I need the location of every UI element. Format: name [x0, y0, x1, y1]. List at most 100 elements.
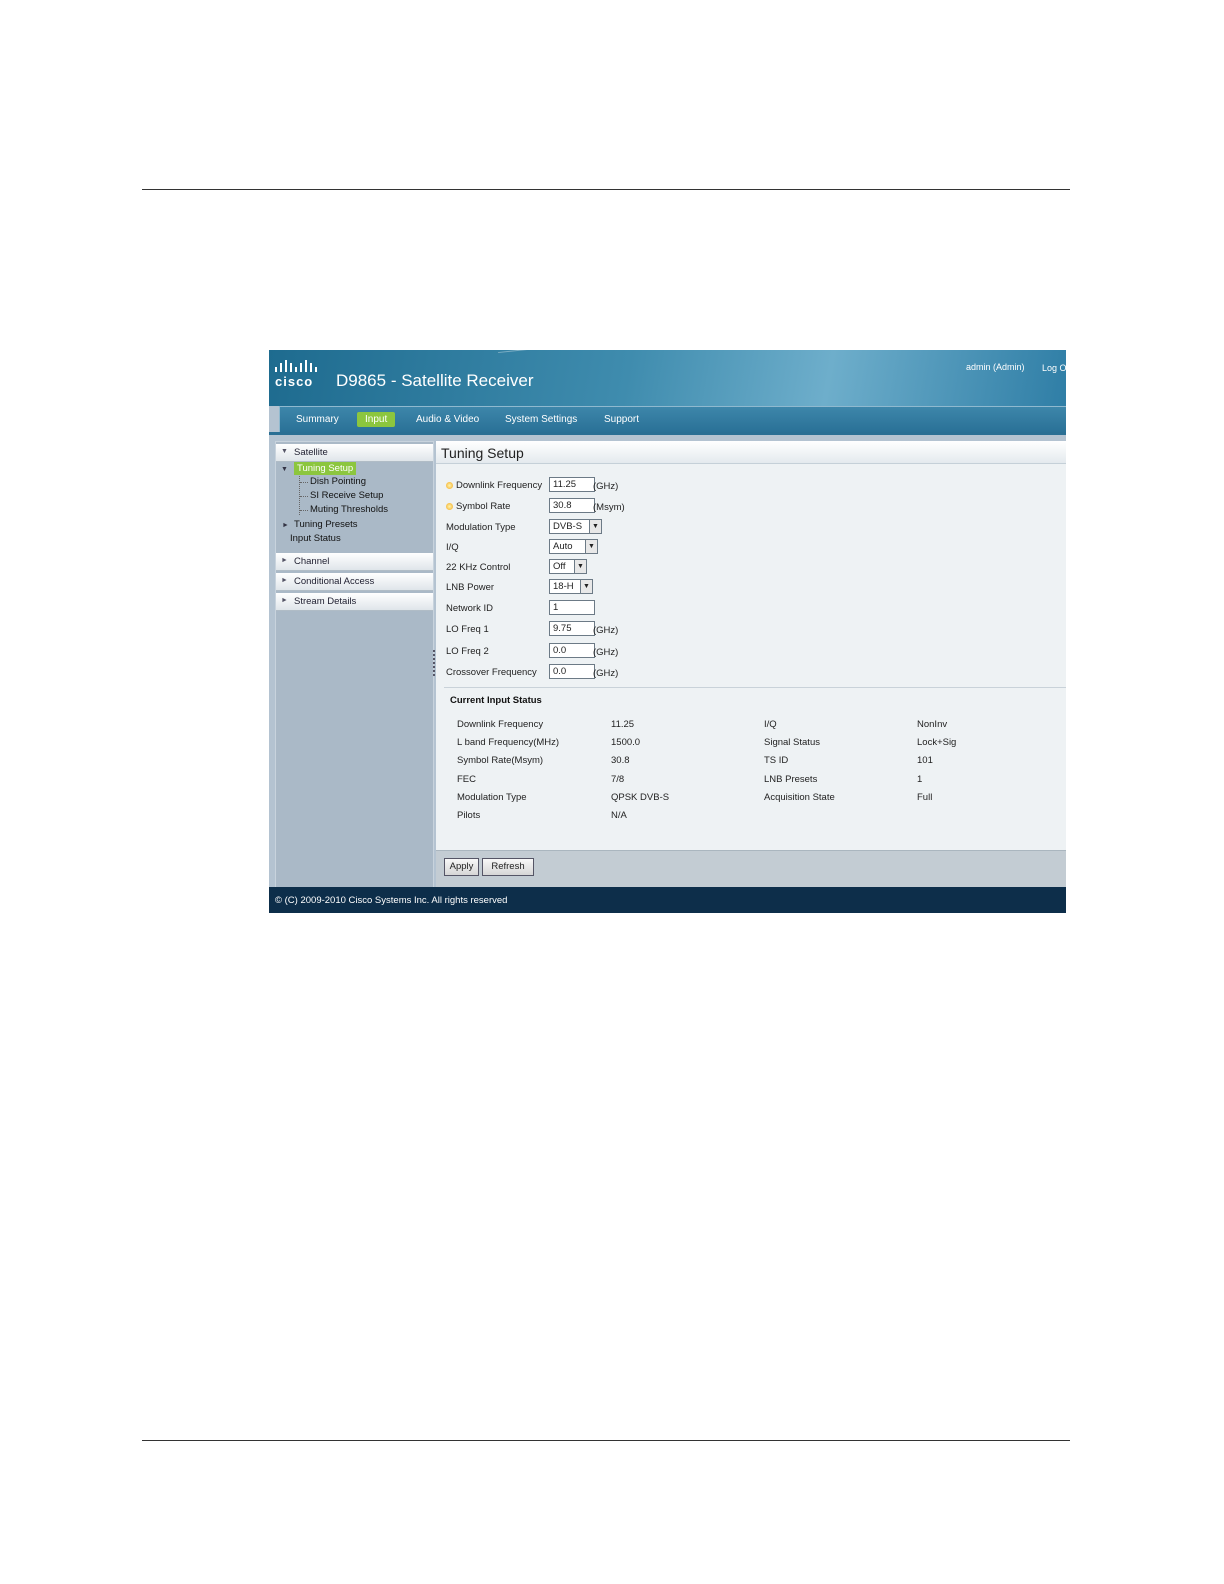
dropdown-arrow-icon[interactable]: ▼ [574, 560, 586, 573]
sidebar-section-conditional-access[interactable]: ► Conditional Access [276, 573, 433, 591]
select-value: Auto [553, 541, 573, 552]
lnb-power-label: LNB Power [446, 582, 495, 593]
sidebar-item-dish-pointing[interactable]: Dish Pointing [310, 476, 366, 487]
sidebar-item-muting-thresholds[interactable]: Muting Thresholds [310, 504, 388, 515]
chevron-down-icon: ▼ [281, 466, 288, 473]
cisco-logo: cisco [275, 360, 325, 390]
logout-link[interactable]: Log O [1042, 363, 1066, 373]
sidebar-section-channel[interactable]: ► Channel [276, 553, 433, 571]
refresh-button[interactable]: Refresh [482, 858, 534, 876]
header: cisco D9865 - Satellite Receiver admin (… [269, 350, 1066, 406]
nav-underline [269, 432, 1066, 435]
sidebar-section-stream-details[interactable]: ► Stream Details [276, 593, 433, 611]
iq-label: I/Q [446, 542, 459, 553]
status-label: Signal Status [764, 737, 820, 748]
status-value: QPSK DVB-S [611, 792, 670, 803]
unit-label: (GHz) [593, 481, 619, 492]
tab-summary[interactable]: Summary [288, 412, 347, 427]
sidebar-section-label: Stream Details [294, 596, 357, 607]
sidebar-section-label: Satellite [294, 447, 328, 458]
status-value: 7/8 [611, 774, 625, 785]
tab-support[interactable]: Support [596, 412, 647, 427]
copyright-text: © (C) 2009-2010 Cisco Systems Inc. All r… [275, 895, 508, 906]
sidebar-item-input-status[interactable]: Input Status [290, 533, 341, 544]
sidebar-item-si-receive-setup[interactable]: SI Receive Setup [310, 490, 383, 501]
status-value: 30.8 [611, 755, 630, 766]
iq-select[interactable]: Auto ▼ [549, 539, 598, 554]
symbol-rate-input[interactable]: 30.8 [549, 498, 595, 513]
tab-input[interactable]: Input [357, 412, 396, 427]
lo-freq-2-input[interactable]: 0.0 [549, 643, 595, 658]
chevron-right-icon: ► [281, 577, 288, 584]
status-value: 1500.0 [611, 737, 641, 748]
select-value: DVB-S [553, 521, 583, 532]
status-value: NonInv [917, 719, 948, 730]
tab-system-settings[interactable]: System Settings [497, 412, 585, 427]
khz-control-label: 22 KHz Control [446, 562, 511, 573]
unit-label: (GHz) [593, 625, 619, 636]
status-label: TS ID [764, 755, 789, 766]
button-bar: Apply Refresh [436, 850, 1066, 888]
modulation-type-select[interactable]: DVB-S ▼ [549, 519, 602, 534]
logo-text: cisco [275, 374, 314, 389]
chevron-down-icon: ▼ [281, 448, 288, 455]
network-id-input[interactable]: 1 [549, 600, 595, 615]
bottom-rule [142, 1440, 1070, 1441]
unit-label: (GHz) [593, 647, 619, 658]
lnb-power-select[interactable]: 18-H ▼ [549, 579, 593, 594]
sidebar-section-label: Channel [294, 556, 330, 567]
unit-label: (GHz) [593, 668, 619, 679]
dropdown-arrow-icon[interactable]: ▼ [589, 520, 601, 533]
select-value: 18-H [553, 581, 574, 592]
network-id-label: Network ID [446, 603, 493, 614]
lo-freq-1-label: LO Freq 1 [446, 624, 489, 635]
tree-tick [300, 496, 308, 497]
lo-freq-2-label: LO Freq 2 [446, 646, 489, 657]
apply-button[interactable]: Apply [444, 858, 479, 876]
required-icon [446, 503, 453, 510]
status-label: Modulation Type [457, 792, 527, 803]
main-nav: Summary Input Audio & Video System Setti… [279, 406, 1066, 433]
status-value: 1 [917, 774, 923, 785]
downlink-frequency-input[interactable]: 11.25 [549, 477, 595, 492]
status-label: L band Frequency(MHz) [457, 737, 560, 748]
status-label: Acquisition State [764, 792, 835, 803]
title-bar: Tuning Setup [436, 441, 1066, 464]
section-divider [444, 687, 1066, 688]
tree-tick [300, 510, 308, 511]
receiver-web-ui: cisco D9865 - Satellite Receiver admin (… [269, 350, 1066, 913]
downlink-frequency-label: Downlink Frequency [446, 480, 542, 491]
main-panel: Tuning Setup Downlink Frequency 11.25 (G… [436, 441, 1066, 888]
status-value: N/A [611, 810, 627, 821]
status-label: I/Q [764, 719, 777, 730]
top-rule [142, 189, 1070, 190]
status-label: Downlink Frequency [457, 719, 544, 730]
sidebar-item-tuning-presets[interactable]: Tuning Presets [294, 519, 358, 530]
chevron-right-icon: ► [282, 522, 289, 529]
app-title: D9865 - Satellite Receiver [336, 371, 534, 390]
tab-audio-video[interactable]: Audio & Video [408, 412, 487, 427]
footer: © (C) 2009-2010 Cisco Systems Inc. All r… [269, 887, 1066, 913]
sidebar-section-satellite[interactable]: ▼ Satellite [276, 444, 433, 462]
crossover-frequency-input[interactable]: 0.0 [549, 664, 595, 679]
sidebar-item-tuning-setup[interactable]: Tuning Setup [294, 462, 357, 475]
lo-freq-1-input[interactable]: 9.75 [549, 621, 595, 636]
dropdown-arrow-icon[interactable]: ▼ [585, 540, 597, 553]
modulation-type-label: Modulation Type [446, 522, 516, 533]
status-value: Full [917, 792, 933, 803]
chevron-right-icon: ► [281, 597, 288, 604]
status-value: 11.25 [611, 719, 635, 730]
dropdown-arrow-icon[interactable]: ▼ [580, 580, 592, 593]
page-title: Tuning Setup [441, 445, 524, 461]
field-label: Downlink Frequency [456, 480, 543, 491]
required-icon [446, 482, 453, 489]
khz-control-select[interactable]: Off ▼ [549, 559, 587, 574]
status-value: 101 [917, 755, 933, 766]
sidebar: ▼ Satellite ▼ Tuning Setup Dish Pointing… [275, 441, 434, 889]
chevron-right-icon: ► [281, 557, 288, 564]
status-value: Lock+Sig [917, 737, 957, 748]
status-label: FEC [457, 774, 476, 785]
field-label: Symbol Rate [456, 501, 511, 512]
status-label: Pilots [457, 810, 481, 821]
tree-tick [300, 482, 308, 483]
